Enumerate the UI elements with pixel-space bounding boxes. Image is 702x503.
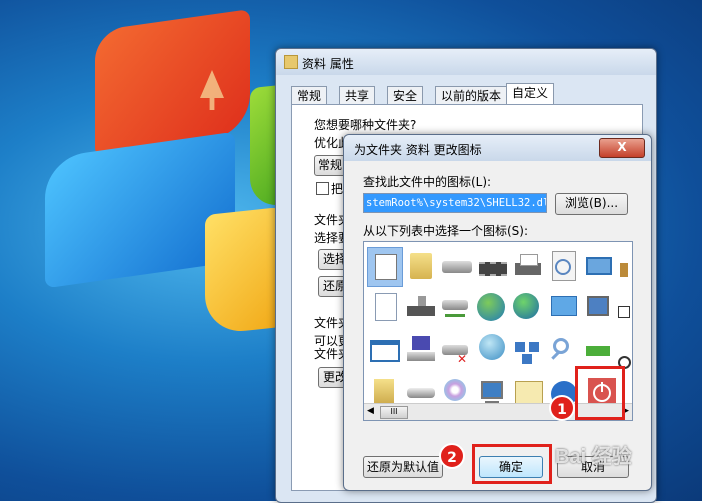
network-globe-drive-icon[interactable] bbox=[475, 332, 509, 366]
close-button[interactable]: X bbox=[599, 138, 645, 158]
folder-icon bbox=[284, 55, 298, 69]
partial-icon-row1[interactable] bbox=[618, 255, 630, 289]
apply-subfolders-checkbox[interactable] bbox=[316, 182, 329, 195]
tab-sharing[interactable]: 共享 bbox=[339, 86, 376, 105]
network-drive-icon[interactable] bbox=[439, 292, 473, 326]
step-badge-2: 2 bbox=[439, 443, 465, 469]
dialog-title: 为文件夹 资料 更改图标 bbox=[354, 143, 482, 157]
properties-title: 资料 属性 bbox=[302, 57, 354, 71]
clock-icon[interactable] bbox=[547, 249, 581, 283]
globe-icon[interactable] bbox=[474, 290, 508, 324]
folder-icon[interactable] bbox=[406, 249, 440, 283]
text-document-icon[interactable] bbox=[369, 290, 403, 324]
network-users-icon[interactable] bbox=[511, 334, 545, 368]
network-globe-icon[interactable] bbox=[510, 290, 544, 324]
close-icon: X bbox=[617, 140, 627, 154]
highlight-ok-button bbox=[472, 444, 552, 484]
window-frame-icon[interactable] bbox=[583, 251, 617, 285]
watermark: Bai 经验 bbox=[555, 446, 632, 468]
network-connections-icon[interactable] bbox=[547, 290, 581, 324]
floppy-drive-icon[interactable] bbox=[404, 334, 438, 368]
highlight-power-icon bbox=[575, 366, 625, 420]
find-icons-label: 查找此文件中的图标(L): bbox=[363, 175, 492, 189]
disconnected-drive-icon[interactable]: ✕ bbox=[439, 336, 473, 370]
shortcut-arrow-icon[interactable] bbox=[618, 306, 630, 318]
tab-general[interactable]: 常规 bbox=[291, 86, 328, 105]
checkbox-label: 把 bbox=[331, 182, 344, 196]
document-window-icon[interactable] bbox=[367, 247, 403, 287]
tab-security[interactable]: 安全 bbox=[387, 86, 424, 105]
tab-previous-versions[interactable]: 以前的版本 bbox=[435, 86, 508, 105]
search-icon[interactable] bbox=[547, 334, 581, 368]
scroll-left-icon[interactable]: ◀ bbox=[367, 406, 374, 416]
restore-default-button[interactable]: 还原为默认值 bbox=[363, 456, 443, 478]
scroll-thumb[interactable]: III bbox=[380, 406, 408, 419]
dialog-titlebar[interactable]: 为文件夹 资料 更改图标 X bbox=[344, 135, 651, 161]
step-badge-1: 1 bbox=[549, 395, 575, 421]
printer-icon[interactable] bbox=[511, 251, 545, 285]
browse-button[interactable]: 浏览(B)... bbox=[555, 193, 628, 215]
drive-icon[interactable] bbox=[440, 252, 474, 286]
properties-titlebar[interactable]: 资料 属性 bbox=[276, 49, 656, 75]
blank-window-icon[interactable] bbox=[368, 334, 402, 368]
monitor-icon[interactable] bbox=[582, 292, 616, 326]
computer-tower-icon[interactable] bbox=[404, 292, 438, 326]
icon-list-label: 从以下列表中选择一个图标(S): bbox=[363, 224, 529, 238]
green-arrow-icon[interactable] bbox=[582, 336, 616, 370]
icon-file-path-input[interactable]: stemRoot%\system32\SHELL32.dll bbox=[363, 193, 547, 213]
folder-type-question: 您想要哪种文件夹? bbox=[314, 118, 417, 132]
tab-customize[interactable]: 自定义 bbox=[506, 83, 555, 105]
chip-icon[interactable] bbox=[476, 252, 510, 286]
